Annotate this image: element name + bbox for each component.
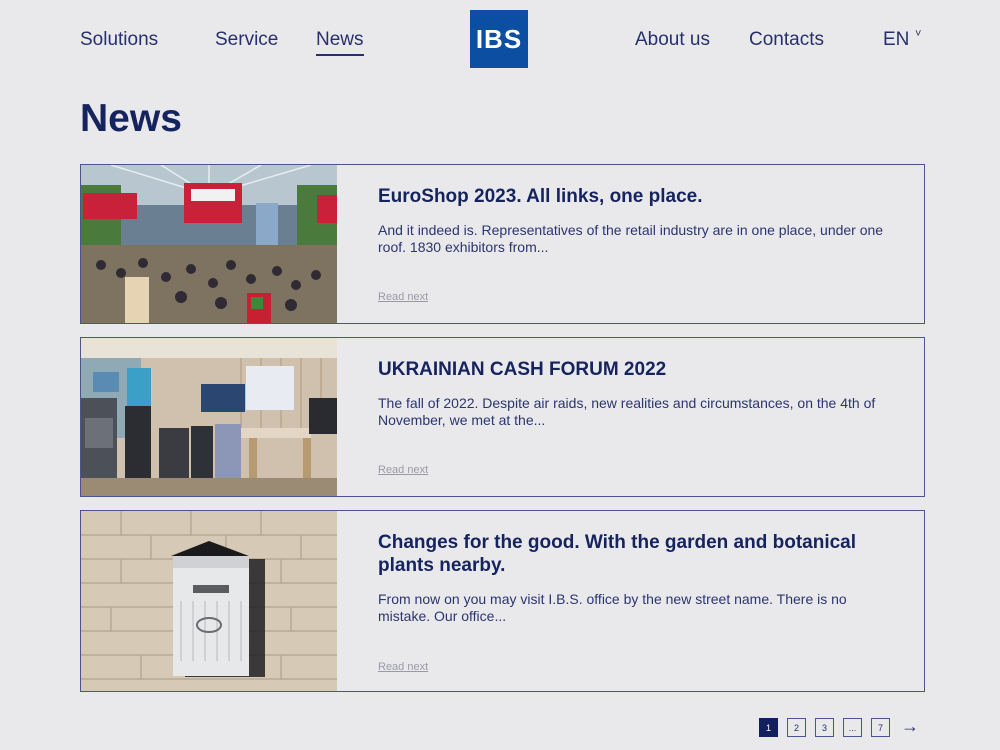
news-excerpt: And it indeed is. Representatives of the… xyxy=(378,222,884,255)
news-image-euroshop[interactable] xyxy=(81,165,337,323)
page-button-1[interactable]: 1 xyxy=(759,718,778,737)
news-image-cash-forum[interactable] xyxy=(81,338,337,496)
news-title[interactable]: EuroShop 2023. All links, one place. xyxy=(378,185,884,208)
nav-solutions[interactable]: Solutions xyxy=(80,29,158,51)
news-title[interactable]: Changes for the good. With the garden an… xyxy=(378,531,884,577)
news-card[interactable]: Changes for the good. With the garden an… xyxy=(80,510,925,692)
read-next-link[interactable]: Read next xyxy=(378,291,428,303)
page-button-3[interactable]: 3 xyxy=(815,718,834,737)
news-excerpt: The fall of 2022. Despite air raids, new… xyxy=(378,395,876,428)
nav-service[interactable]: Service xyxy=(215,29,278,51)
page-button-7[interactable]: 7 xyxy=(871,718,890,737)
top-navigation: Solutions Service News IBS About us Cont… xyxy=(0,0,1000,80)
ibs-logo[interactable]: IBS xyxy=(470,10,528,68)
news-image-mailbox[interactable] xyxy=(81,511,337,691)
news-excerpt: From now on you may visit I.B.S. office … xyxy=(378,591,847,624)
nav-about-us[interactable]: About us xyxy=(635,29,710,51)
page-ellipsis: ... xyxy=(843,718,862,737)
news-title[interactable]: UKRAINIAN CASH FORUM 2022 xyxy=(378,358,884,381)
arrow-right-icon[interactable]: → xyxy=(901,716,919,737)
read-next-link[interactable]: Read next xyxy=(378,661,428,673)
chevron-down-icon[interactable]: ˅ xyxy=(915,28,921,40)
news-card[interactable]: EuroShop 2023. All links, one place. And… xyxy=(80,164,925,324)
page-title: News xyxy=(80,97,182,140)
nav-contacts[interactable]: Contacts xyxy=(749,29,824,51)
news-card[interactable]: UKRAINIAN CASH FORUM 2022 The fall of 20… xyxy=(80,337,925,497)
language-selector[interactable]: EN xyxy=(883,29,909,51)
nav-news[interactable]: News xyxy=(316,29,364,56)
page-button-2[interactable]: 2 xyxy=(787,718,806,737)
read-next-link[interactable]: Read next xyxy=(378,464,428,476)
